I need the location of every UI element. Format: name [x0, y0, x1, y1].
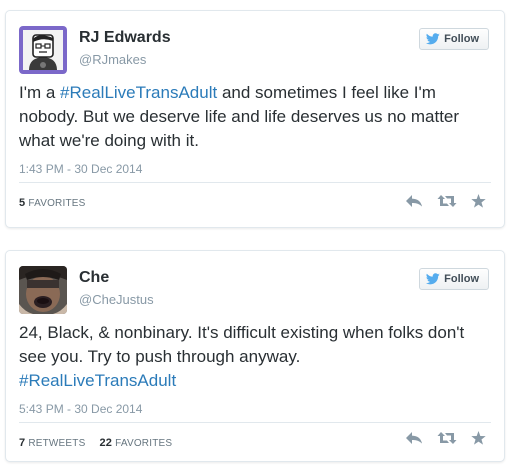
user-handle[interactable]: @CheJustus [79, 292, 154, 307]
hashtag-link[interactable]: #RealLiveTransAdult [60, 83, 217, 102]
reply-icon[interactable] [405, 431, 423, 450]
favorites-label[interactable]: FAVORITES [28, 198, 85, 209]
star-icon[interactable] [471, 431, 486, 450]
tweet-actions [405, 431, 486, 450]
star-icon[interactable] [471, 194, 486, 213]
user-handle[interactable]: @RJmakes [79, 52, 146, 67]
favorites-label[interactable]: FAVORITES [115, 438, 172, 449]
follow-button[interactable]: Follow [419, 268, 489, 290]
retweet-icon[interactable] [437, 431, 457, 450]
divider [19, 182, 491, 183]
favorites-count[interactable]: 5 [19, 197, 25, 209]
follow-button[interactable]: Follow [419, 28, 489, 50]
tweet-stats: 7 RETWEETS 22 FAVORITES [19, 437, 172, 449]
display-name[interactable]: RJ Edwards [79, 29, 171, 47]
retweet-icon[interactable] [437, 194, 457, 213]
twitter-bird-icon [426, 33, 440, 45]
tweet-card: RJ Edwards @RJmakes Follow I'm a #RealLi… [5, 10, 505, 228]
tweet-stats: 5 FAVORITES [19, 197, 86, 209]
reply-icon[interactable] [405, 194, 423, 213]
tweet-text-part: 24, Black, & nonbinary. It's difficult e… [19, 323, 465, 366]
hashtag-link[interactable]: #RealLiveTransAdult [19, 371, 176, 390]
tweet-text-part: I'm a [19, 83, 61, 102]
favorites-count[interactable]: 22 [99, 437, 112, 449]
tweet-text: 24, Black, & nonbinary. It's difficult e… [19, 321, 491, 393]
tweet-timestamp[interactable]: 5:43 PM - 30 Dec 2014 [19, 402, 142, 416]
twitter-bird-icon [426, 273, 440, 285]
avatar[interactable] [19, 266, 67, 314]
divider [19, 422, 491, 423]
retweets-label[interactable]: RETWEETS [28, 438, 85, 449]
display-name[interactable]: Che [79, 269, 109, 287]
follow-label: Follow [444, 273, 479, 285]
tweet-text: I'm a #RealLiveTransAdult and sometimes … [19, 81, 491, 153]
tweet-actions [405, 194, 486, 213]
retweets-count[interactable]: 7 [19, 437, 25, 449]
tweet-card: Che @CheJustus Follow 24, Black, & nonbi… [5, 250, 505, 462]
follow-label: Follow [444, 33, 479, 45]
tweet-timestamp[interactable]: 1:43 PM - 30 Dec 2014 [19, 162, 142, 176]
avatar[interactable] [19, 26, 67, 74]
